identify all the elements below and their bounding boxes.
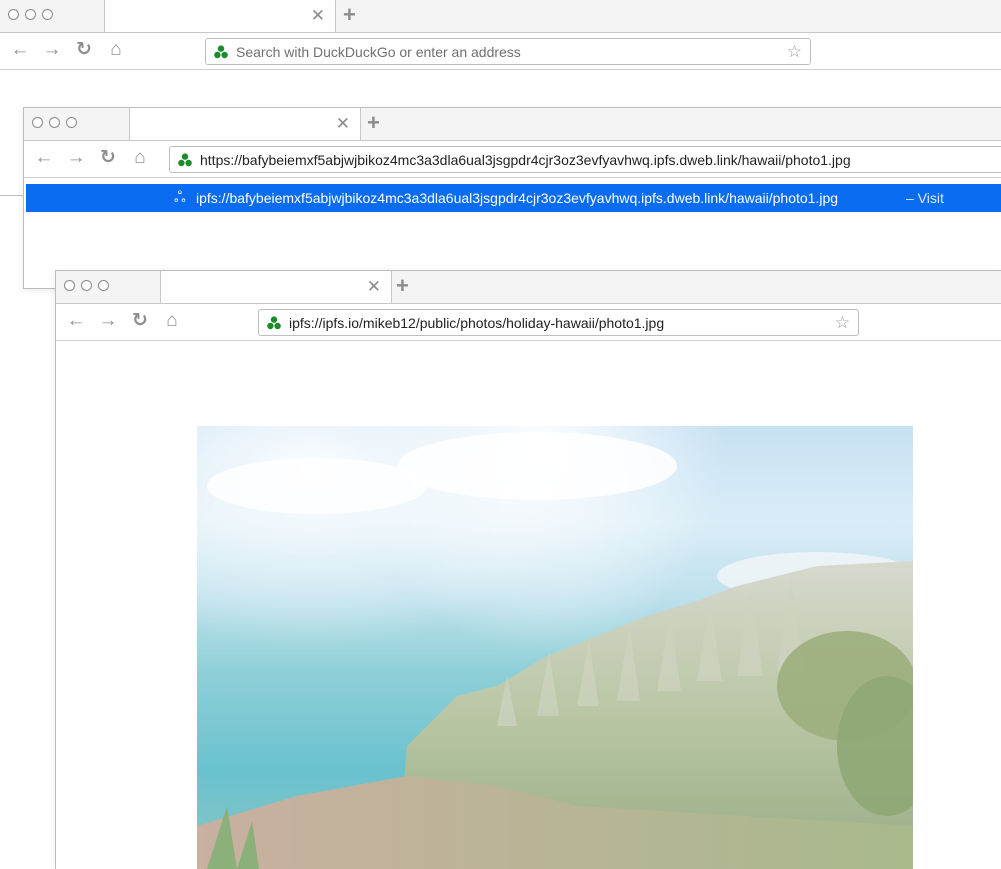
minimize-window-button[interactable]: [81, 280, 92, 291]
plus-icon[interactable]: +: [367, 111, 380, 135]
zoom-window-button[interactable]: [98, 280, 109, 291]
minimize-window-button[interactable]: [49, 117, 60, 128]
ipfs-icon: ஃ: [174, 189, 186, 206]
window-controls: [32, 117, 77, 128]
forward-arrow-icon[interactable]: →: [42, 39, 62, 61]
plus-icon[interactable]: +: [343, 3, 356, 27]
window-controls: [64, 280, 109, 291]
home-icon[interactable]: ⌂: [106, 39, 126, 61]
duckduckgo-logo-icon: [178, 153, 192, 167]
address-bar[interactable]: ipfs://ipfs.io/mikeb12/public/photos/hol…: [258, 309, 859, 336]
minimize-window-button[interactable]: [25, 9, 36, 20]
close-window-button[interactable]: [8, 9, 19, 20]
suggestion-visit-label: – Visit: [906, 190, 944, 206]
address-bar[interactable]: Search with DuckDuckGo or enter an addre…: [205, 38, 811, 65]
reload-icon[interactable]: ↻: [130, 310, 150, 332]
tab-bar: ✕ +: [0, 0, 1001, 33]
back-arrow-icon[interactable]: ←: [34, 147, 54, 169]
plus-icon[interactable]: +: [396, 274, 409, 298]
close-icon[interactable]: ✕: [367, 278, 381, 296]
tab-bar: ✕ +: [24, 108, 1001, 141]
browser-window-3: ✕ + ← → ↻ ⌂ ipfs://ipfs.io/mikeb12/publi…: [55, 270, 1001, 869]
suggestion-url: ipfs://bafybeiemxf5abjwjbikoz4mc3a3dla6u…: [196, 190, 839, 206]
browser-tab[interactable]: ✕: [129, 108, 361, 140]
navigation-bar: ← → ↻ ⌂ https://bafybeiemxf5abjwjbikoz4m…: [24, 141, 1001, 178]
window-controls: [8, 9, 53, 20]
reload-icon[interactable]: ↻: [98, 147, 118, 169]
close-icon[interactable]: ✕: [336, 115, 350, 133]
back-arrow-icon[interactable]: ←: [66, 310, 86, 332]
nav-buttons: ← → ↻ ⌂: [34, 147, 150, 169]
forward-arrow-icon[interactable]: →: [98, 310, 118, 332]
home-icon[interactable]: ⌂: [162, 310, 182, 332]
address-bar[interactable]: https://bafybeiemxf5abjwjbikoz4mc3a3dla6…: [169, 146, 1001, 173]
address-text: ipfs://ipfs.io/mikeb12/public/photos/hol…: [289, 315, 665, 331]
close-window-button[interactable]: [64, 280, 75, 291]
hawaii-photo: [197, 426, 913, 869]
mountain-landscape-image: [197, 432, 913, 869]
duckduckgo-logo-icon: [267, 316, 281, 330]
url-suggestion-row[interactable]: ஃ ipfs://bafybeiemxf5abjwjbikoz4mc3a3dla…: [26, 184, 1001, 212]
star-icon[interactable]: ☆: [787, 42, 802, 62]
reload-icon[interactable]: ↻: [74, 39, 94, 61]
address-text: https://bafybeiemxf5abjwjbikoz4mc3a3dla6…: [200, 152, 851, 168]
browser-tab[interactable]: ✕: [104, 0, 336, 32]
close-window-button[interactable]: [32, 117, 43, 128]
zoom-window-button[interactable]: [42, 9, 53, 20]
navigation-bar: ← → ↻ ⌂ Search with DuckDuckGo or enter …: [0, 33, 1001, 70]
browser-tab[interactable]: ✕: [160, 271, 392, 303]
duckduckgo-logo-icon: [214, 45, 228, 59]
address-placeholder: Search with DuckDuckGo or enter an addre…: [236, 44, 521, 60]
back-arrow-icon[interactable]: ←: [10, 39, 30, 61]
tab-bar: ✕ +: [56, 271, 1001, 304]
forward-arrow-icon[interactable]: →: [66, 147, 86, 169]
browser-window-2: ✕ + ← → ↻ ⌂ https://bafybeiemxf5abjwjbik…: [23, 107, 1001, 289]
navigation-bar: ← → ↻ ⌂ ipfs://ipfs.io/mikeb12/public/ph…: [56, 304, 1001, 341]
home-icon[interactable]: ⌂: [130, 147, 150, 169]
star-icon[interactable]: ☆: [835, 313, 850, 333]
close-icon[interactable]: ✕: [311, 7, 325, 25]
nav-buttons: ← → ↻ ⌂: [66, 310, 182, 332]
nav-buttons: ← → ↻ ⌂: [10, 39, 126, 61]
zoom-window-button[interactable]: [66, 117, 77, 128]
